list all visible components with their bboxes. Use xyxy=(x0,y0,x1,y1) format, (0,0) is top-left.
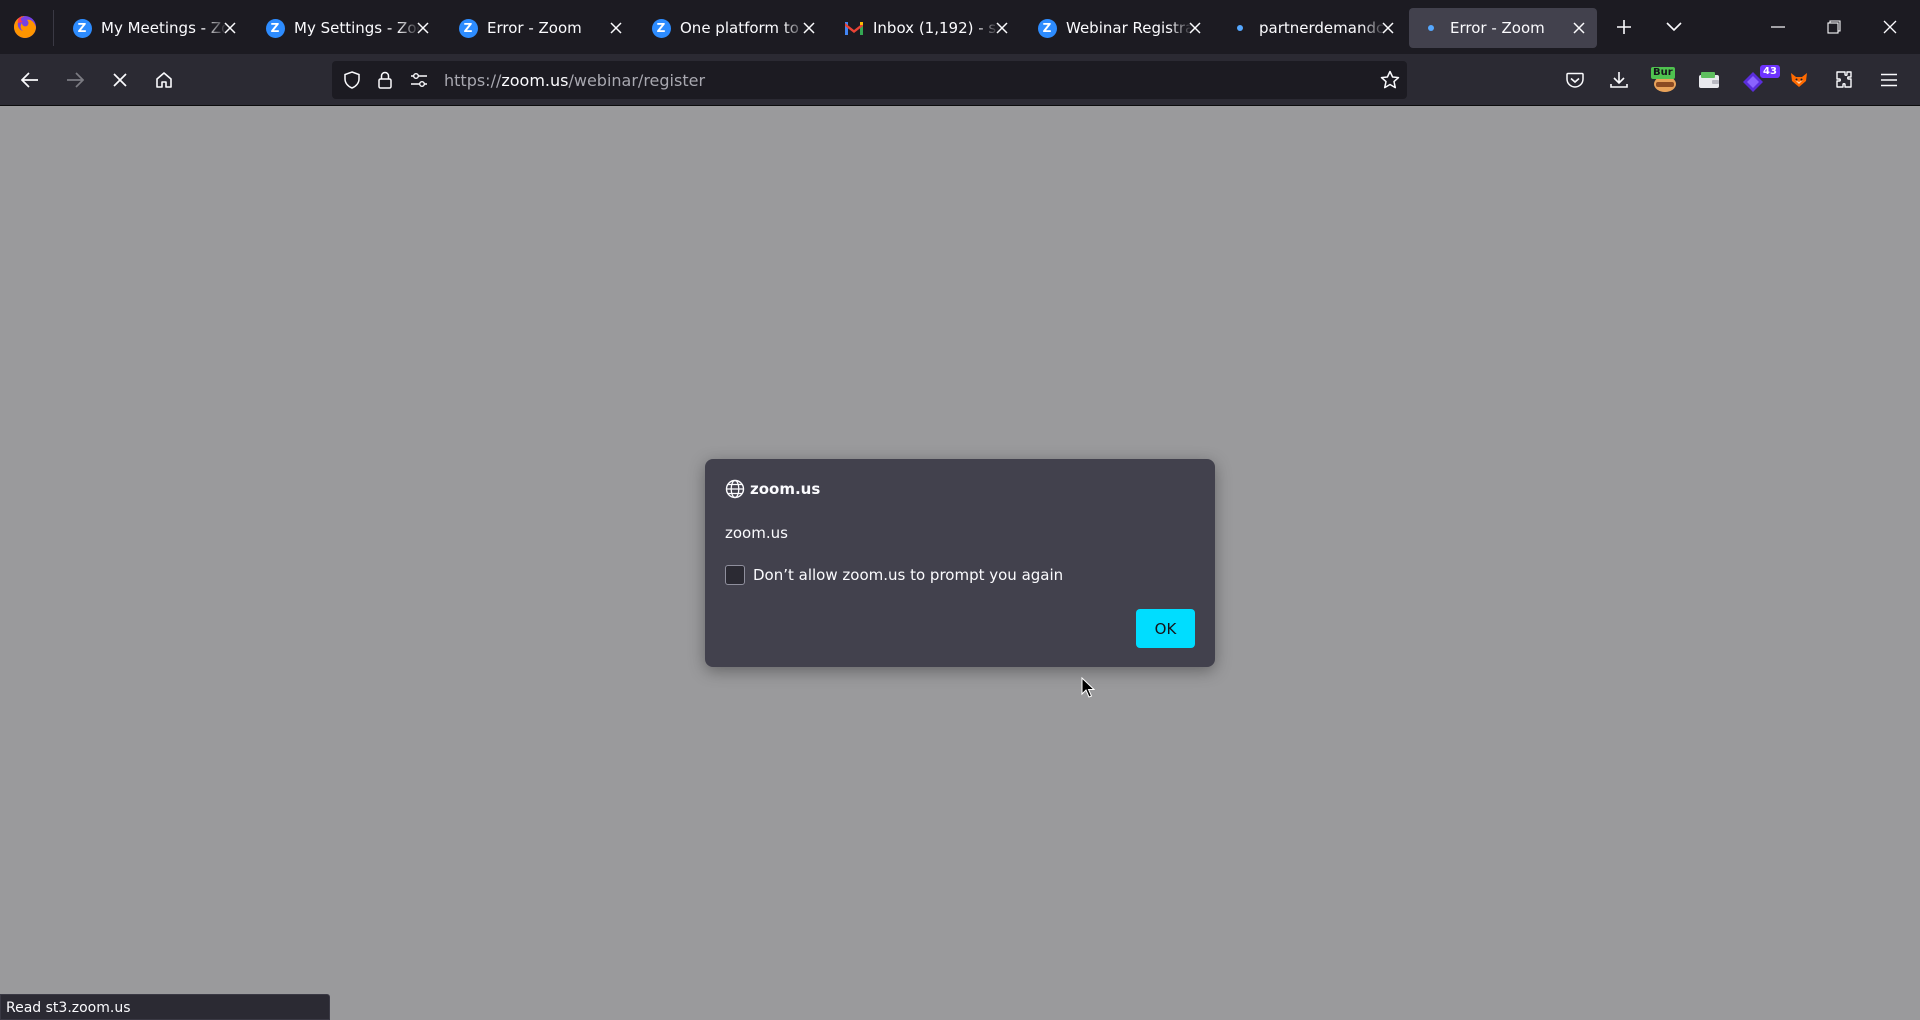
extensions-button[interactable] xyxy=(1826,62,1862,98)
extension-badge: Bur xyxy=(1651,67,1675,79)
tab-title: Webinar Registration xyxy=(1066,19,1192,37)
close-tab-icon[interactable] xyxy=(606,18,626,38)
tab-partnerdemandcenter[interactable]: partnerdemandcenter xyxy=(1218,8,1406,48)
close-tab-icon[interactable] xyxy=(799,18,819,38)
loading-dot-icon xyxy=(1421,18,1441,38)
back-button[interactable] xyxy=(12,62,48,98)
tab-error-zoom-active[interactable]: Error - Zoom xyxy=(1409,8,1597,48)
mouse-cursor-icon xyxy=(1081,677,1095,698)
dont-allow-prompt-label[interactable]: Don’t allow zoom.us to prompt you again xyxy=(753,566,1063,584)
tab-one-platform[interactable]: Z One platform to connect xyxy=(639,8,827,48)
home-button[interactable] xyxy=(146,62,182,98)
tab-title: Inbox (1,192) - sudhir xyxy=(873,19,999,37)
url-text[interactable]: https://zoom.us/webinar/register xyxy=(444,71,705,90)
fox-extension-icon xyxy=(1791,73,1807,87)
close-tab-icon[interactable] xyxy=(1378,18,1398,38)
new-tab-button[interactable] xyxy=(1606,9,1642,45)
navigation-toolbar: https://zoom.us/webinar/register Bur 43 xyxy=(0,54,1920,106)
wallet-extension-icon xyxy=(1699,72,1719,88)
tab-webinar-registration[interactable]: Z Webinar Registration xyxy=(1025,8,1213,48)
forward-button[interactable] xyxy=(57,62,93,98)
tab-strip: Z My Meetings - Zoom Z My Settings - Zoo… xyxy=(0,0,1920,54)
downloads-button[interactable] xyxy=(1601,62,1637,98)
zoom-icon: Z xyxy=(1037,18,1057,38)
globe-icon xyxy=(725,479,745,499)
close-tab-icon[interactable] xyxy=(413,18,433,38)
prompt-dialog: zoom.us zoom.us Don’t allow zoom.us to p… xyxy=(705,459,1215,667)
dont-allow-prompt-checkbox[interactable] xyxy=(725,565,745,585)
list-all-tabs-button[interactable] xyxy=(1656,9,1692,45)
pocket-button[interactable] xyxy=(1557,62,1593,98)
tab-error-zoom[interactable]: Z Error - Zoom xyxy=(446,8,634,48)
firefox-logo-icon[interactable] xyxy=(12,14,38,40)
burger-extension-icon: Bur xyxy=(1651,67,1677,93)
lock-icon[interactable] xyxy=(375,70,395,90)
status-panel: Read st3.zoom.us xyxy=(0,994,330,1020)
zoom-icon: Z xyxy=(458,18,478,38)
zoom-icon: Z xyxy=(72,18,92,38)
url-path: /webinar/register xyxy=(568,71,706,90)
dialog-message: zoom.us xyxy=(725,524,788,542)
tab-my-settings[interactable]: Z My Settings - Zoom xyxy=(253,8,441,48)
tab-title: Error - Zoom xyxy=(1450,19,1545,37)
extension-counter-badge: 43 xyxy=(1760,65,1780,78)
tab-gmail-inbox[interactable]: Inbox (1,192) - sudhir xyxy=(832,8,1020,48)
loading-dot-icon xyxy=(1230,18,1250,38)
close-tab-icon[interactable] xyxy=(1185,18,1205,38)
permissions-sliders-icon[interactable] xyxy=(409,70,429,90)
gmail-icon xyxy=(844,18,864,38)
status-text: Read st3.zoom.us xyxy=(6,1000,131,1016)
tab-my-meetings[interactable]: Z My Meetings - Zoom xyxy=(60,8,248,48)
application-menu-button[interactable] xyxy=(1871,62,1907,98)
extension-counter-button[interactable]: 43 xyxy=(1736,62,1780,98)
address-bar[interactable]: https://zoom.us/webinar/register xyxy=(332,61,1407,99)
restore-window-button[interactable] xyxy=(1816,9,1852,45)
counter-extension-icon: 43 xyxy=(1740,65,1780,93)
tab-title: partnerdemandcenter xyxy=(1259,19,1385,37)
url-scheme: https:// xyxy=(444,71,502,90)
tracking-protection-shield-icon[interactable] xyxy=(342,70,362,90)
extension-wallet-button[interactable] xyxy=(1691,62,1727,98)
tab-strip-divider xyxy=(53,10,54,46)
bookmark-star-icon[interactable] xyxy=(1380,70,1400,90)
zoom-icon: Z xyxy=(651,18,671,38)
tab-title: My Meetings - Zoom xyxy=(101,19,227,37)
dialog-origin: zoom.us xyxy=(750,480,821,498)
url-host: zoom.us xyxy=(501,71,569,90)
tab-title: My Settings - Zoom xyxy=(294,19,420,37)
tab-title: Error - Zoom xyxy=(487,19,582,37)
extension-fox-button[interactable] xyxy=(1781,62,1817,98)
close-tab-icon[interactable] xyxy=(1569,18,1589,38)
tab-title: One platform to connect xyxy=(680,19,806,37)
extension-bur-button[interactable]: Bur xyxy=(1646,62,1682,98)
stop-loading-button[interactable] xyxy=(102,62,138,98)
minimize-window-button[interactable] xyxy=(1760,9,1796,45)
close-tab-icon[interactable] xyxy=(220,18,240,38)
close-window-button[interactable] xyxy=(1872,9,1908,45)
zoom-icon: Z xyxy=(265,18,285,38)
close-tab-icon[interactable] xyxy=(992,18,1012,38)
ok-button[interactable]: OK xyxy=(1136,609,1195,648)
